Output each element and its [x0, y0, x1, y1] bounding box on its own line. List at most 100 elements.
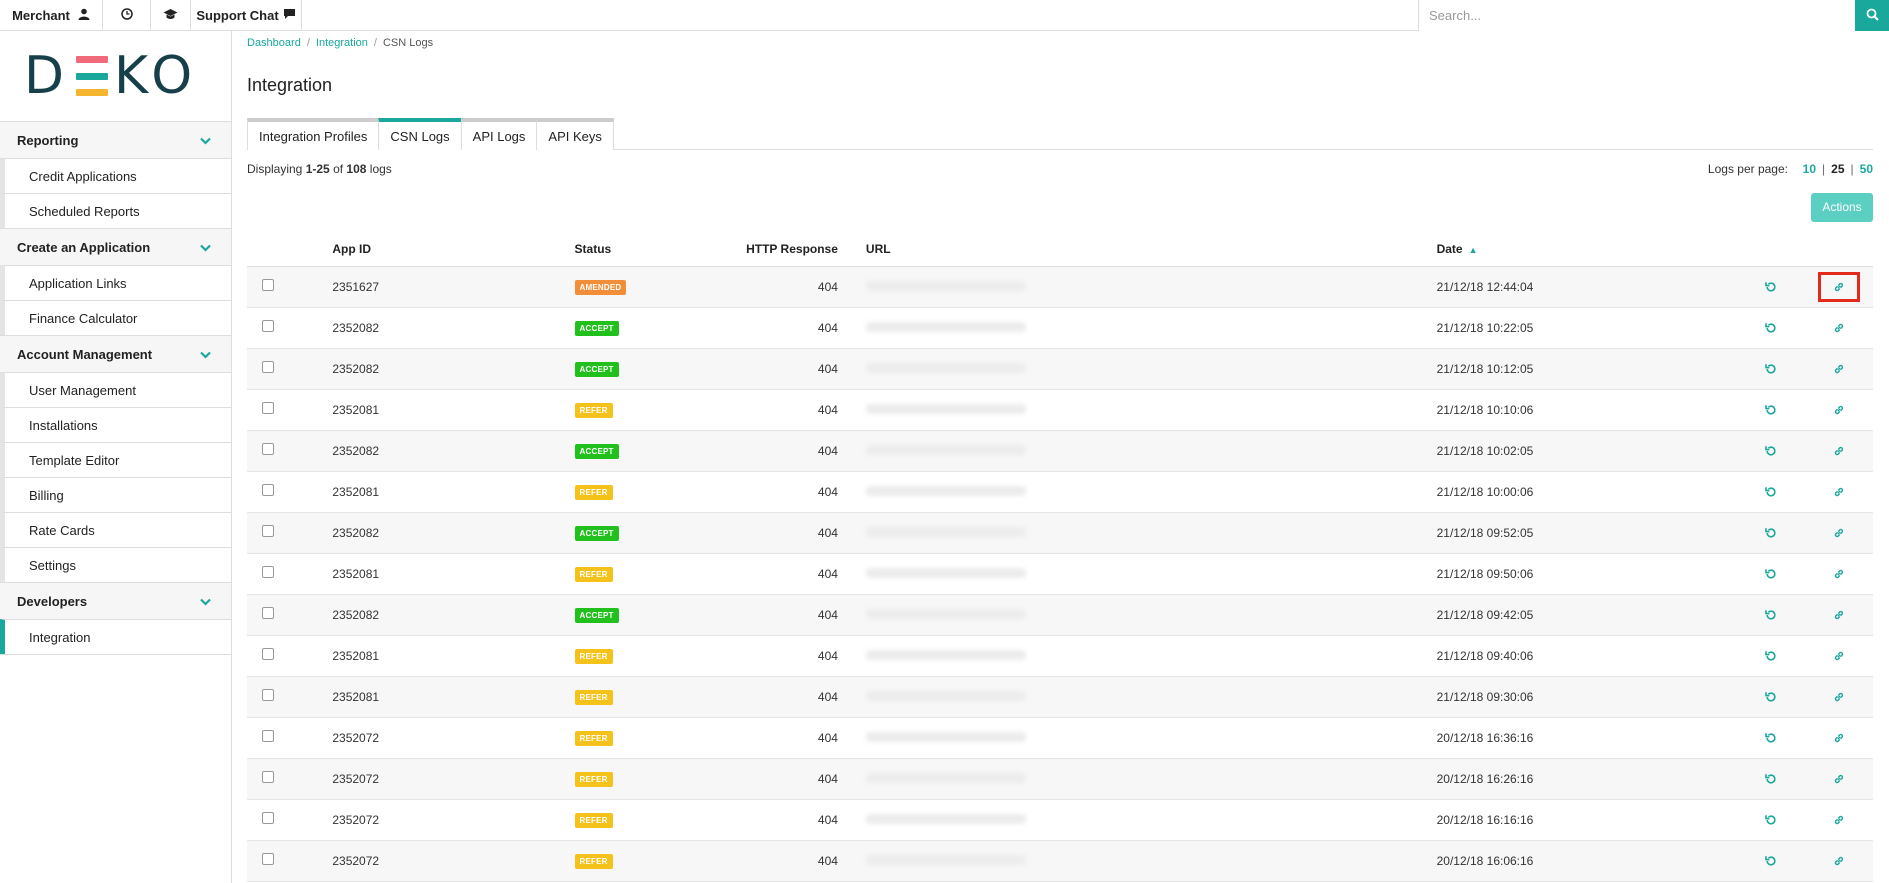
breadcrumb-dashboard[interactable]: Dashboard [247, 37, 301, 49]
link-icon[interactable] [1827, 482, 1851, 502]
refresh-icon[interactable] [1759, 523, 1783, 543]
link-icon[interactable] [1827, 523, 1851, 543]
sidebar-item-settings[interactable]: Settings [0, 547, 231, 582]
retry-cell [1735, 594, 1805, 635]
link-icon[interactable] [1827, 728, 1851, 748]
sidebar-item-credit-applications[interactable]: Credit Applications [0, 158, 231, 193]
training-button[interactable] [151, 0, 191, 31]
refresh-icon[interactable] [1759, 687, 1783, 707]
refresh-icon[interactable] [1759, 482, 1783, 502]
refresh-icon[interactable] [1759, 441, 1783, 461]
row-checkbox[interactable] [262, 525, 274, 537]
sidebar-item-user-management[interactable]: User Management [0, 372, 231, 407]
row-checkbox[interactable] [262, 566, 274, 578]
header-http-response[interactable]: HTTP Response [745, 232, 852, 267]
refresh-icon[interactable] [1759, 769, 1783, 789]
row-checkbox[interactable] [262, 853, 274, 865]
tab-api-keys[interactable]: API Keys [536, 118, 614, 150]
breadcrumb-integration[interactable]: Integration [316, 37, 368, 49]
row-checkbox[interactable] [262, 361, 274, 373]
graduation-cap-icon [163, 8, 178, 23]
row-checkbox[interactable] [262, 402, 274, 414]
date-cell: 21/12/18 10:12:05 [1436, 361, 1534, 376]
deko-logo[interactable]: D KO [0, 31, 231, 121]
row-checkbox[interactable] [262, 443, 274, 455]
row-checkbox[interactable] [262, 320, 274, 332]
sidebar-item-finance-calculator[interactable]: Finance Calculator [0, 300, 231, 335]
date-cell: 21/12/18 09:50:06 [1436, 566, 1534, 581]
header-app-id[interactable]: App ID [332, 232, 575, 267]
refresh-icon[interactable] [1759, 728, 1783, 748]
row-checkbox[interactable] [262, 730, 274, 742]
nav-group-header-reporting[interactable]: Reporting [0, 122, 231, 158]
search-button[interactable] [1855, 0, 1889, 31]
table-row: 2352082 ACCEPT 404 21/12/18 10:02:05 [247, 430, 1873, 471]
per-page-50[interactable]: 50 [1860, 162, 1873, 176]
sidebar-item-rate-cards[interactable]: Rate Cards [0, 512, 231, 547]
merchant-menu[interactable]: Merchant [0, 0, 103, 31]
nav-group-header-account-management[interactable]: Account Management [0, 336, 231, 372]
link-icon[interactable] [1827, 441, 1851, 461]
per-page-10[interactable]: 10 [1803, 162, 1816, 176]
link-icon[interactable] [1827, 851, 1851, 871]
link-cell [1806, 389, 1873, 430]
history-button[interactable] [103, 0, 151, 31]
sidebar-item-label: Application Links [29, 275, 127, 291]
link-icon[interactable] [1827, 564, 1851, 584]
sidebar-item-template-editor[interactable]: Template Editor [0, 442, 231, 477]
nav-group-header-developers[interactable]: Developers [0, 583, 231, 619]
per-page-25[interactable]: 25 [1831, 162, 1844, 176]
row-checkbox[interactable] [262, 648, 274, 660]
search-input[interactable] [1418, 0, 1855, 31]
tab-api-logs[interactable]: API Logs [460, 118, 538, 150]
link-icon[interactable] [1827, 687, 1851, 707]
row-checkbox[interactable] [262, 607, 274, 619]
sidebar-item-scheduled-reports[interactable]: Scheduled Reports [0, 193, 231, 228]
sidebar-item-billing[interactable]: Billing [0, 477, 231, 512]
sidebar-item-application-links[interactable]: Application Links [0, 265, 231, 300]
retry-cell [1735, 799, 1805, 840]
header-url[interactable]: URL [851, 232, 1437, 267]
table-body: 2351627 AMENDED 404 21/12/18 12:44:04 235208… [247, 266, 1873, 881]
actions-button[interactable]: Actions [1811, 192, 1873, 222]
row-select-cell [247, 594, 332, 635]
support-chat-button[interactable]: Support Chat [191, 0, 302, 31]
link-icon[interactable] [1818, 271, 1861, 302]
refresh-icon[interactable] [1759, 564, 1783, 584]
refresh-icon[interactable] [1759, 400, 1783, 420]
row-checkbox[interactable] [262, 279, 274, 291]
header-status[interactable]: Status [574, 232, 746, 267]
row-checkbox[interactable] [262, 771, 274, 783]
row-checkbox[interactable] [262, 812, 274, 824]
nav-group-header-create-an-application[interactable]: Create an Application [0, 229, 231, 265]
refresh-icon[interactable] [1759, 318, 1783, 338]
refresh-icon[interactable] [1759, 359, 1783, 379]
tab-integration-profiles[interactable]: Integration Profiles [247, 118, 380, 150]
row-checkbox[interactable] [262, 484, 274, 496]
header-date[interactable]: Date ▲ [1436, 232, 1736, 267]
link-icon[interactable] [1827, 400, 1851, 420]
header-date-label: Date [1436, 241, 1463, 256]
url-cell [852, 430, 1437, 471]
link-cell [1806, 553, 1873, 594]
link-icon[interactable] [1827, 318, 1851, 338]
date-cell: 21/12/18 09:52:05 [1436, 525, 1534, 540]
sidebar-item-installations[interactable]: Installations [0, 407, 231, 442]
date-cell: 21/12/18 10:02:05 [1436, 443, 1534, 458]
refresh-icon[interactable] [1759, 810, 1783, 830]
date-cell: 21/12/18 10:22:05 [1436, 320, 1534, 335]
tab-csn-logs[interactable]: CSN Logs [378, 118, 462, 150]
refresh-icon[interactable] [1759, 277, 1783, 297]
row-checkbox[interactable] [262, 689, 274, 701]
table-row: 2352081 REFER 404 21/12/18 10:10:06 [247, 389, 1873, 430]
refresh-icon[interactable] [1759, 646, 1783, 666]
link-icon[interactable] [1827, 646, 1851, 666]
refresh-icon[interactable] [1759, 851, 1783, 871]
link-icon[interactable] [1827, 605, 1851, 625]
link-icon[interactable] [1827, 359, 1851, 379]
link-icon[interactable] [1827, 769, 1851, 789]
link-icon[interactable] [1827, 810, 1851, 830]
url-cell [852, 553, 1437, 594]
sidebar-item-integration[interactable]: Integration [0, 619, 231, 654]
refresh-icon[interactable] [1759, 605, 1783, 625]
